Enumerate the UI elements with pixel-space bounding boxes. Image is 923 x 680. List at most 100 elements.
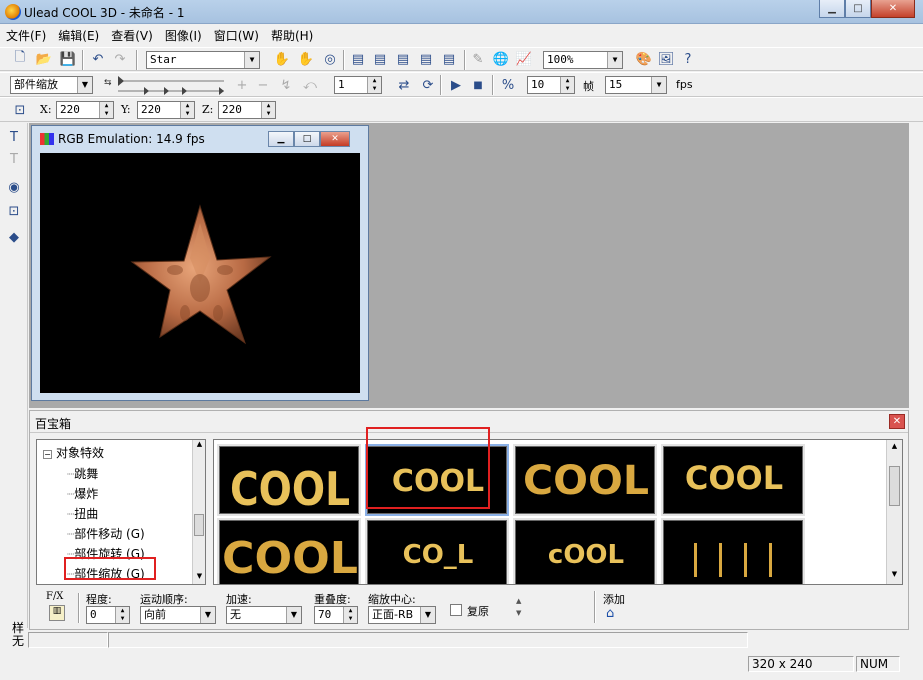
position-icon[interactable]: ⊡ <box>10 100 30 120</box>
restore-checkbox[interactable] <box>450 604 462 616</box>
layer-down-icon[interactable]: ▤ <box>416 49 436 69</box>
gallery-scrollbar[interactable]: ▲ ▼ <box>886 440 902 584</box>
chevron-down-icon[interactable]: ▼ <box>420 607 435 623</box>
add-keyframe-icon[interactable]: + <box>232 75 252 95</box>
chevron-down-icon[interactable]: ▼ <box>200 607 215 623</box>
spinner-icon[interactable]: ▲ ▼ <box>180 102 194 118</box>
gallery-thumbnail[interactable]: cOOL <box>513 518 657 584</box>
refresh-icon[interactable]: ⟳ <box>418 75 438 95</box>
scroll-up-icon[interactable]: ▲ <box>194 440 205 452</box>
accel-select[interactable]: 无 ▼ <box>226 606 302 624</box>
add-to-palette-icon[interactable]: ⌂ <box>606 606 622 622</box>
overlap-input[interactable]: 70 ▲ ▼ <box>314 606 358 624</box>
fps-select[interactable]: 15 ▼ <box>605 76 667 94</box>
menu-image[interactable]: 图像(I) <box>159 27 208 44</box>
new-file-icon[interactable]: 🗋 <box>10 49 30 69</box>
chevron-down-icon[interactable]: ▼ <box>651 77 666 93</box>
zoom-select[interactable]: 100% ▼ <box>543 51 623 69</box>
close-button[interactable]: ✕ <box>871 0 915 18</box>
fill-tool-icon[interactable]: ◆ <box>4 227 24 247</box>
hand-move-icon[interactable]: ✋ <box>272 49 292 69</box>
menu-window[interactable]: 窗口(W) <box>208 27 265 44</box>
spinner-icon[interactable]: ▲ ▼ <box>261 102 275 118</box>
layer-front-icon[interactable]: ▤ <box>348 49 368 69</box>
play-icon[interactable]: ▶ <box>446 75 466 95</box>
scroll-up-icon[interactable]: ▲ <box>889 442 900 454</box>
gallery-thumbnail[interactable] <box>661 518 805 584</box>
chevron-down-icon[interactable]: ▼ <box>244 52 259 68</box>
gallery-thumbnail[interactable]: COOL <box>661 444 805 516</box>
params-scroll-icon[interactable]: ▲ ▼ <box>516 595 521 619</box>
center-select[interactable]: 正面-RB ▼ <box>368 606 436 624</box>
open-folder-icon[interactable]: 📂 <box>34 49 54 69</box>
order-select[interactable]: 向前 ▼ <box>140 606 216 624</box>
chevron-down-icon[interactable]: ▼ <box>607 52 622 68</box>
tree-scrollbar[interactable]: ▲ ▼ <box>192 440 205 584</box>
remove-keyframe-icon[interactable]: − <box>253 75 273 95</box>
gallery-thumbnail[interactable]: COOL <box>513 444 657 516</box>
scroll-thumb[interactable] <box>194 514 204 536</box>
save-icon[interactable]: 💾 <box>58 49 78 69</box>
timeline-slider[interactable]: ⇆ <box>104 75 228 97</box>
spinner-icon[interactable]: ▲ ▼ <box>99 102 113 118</box>
paint-icon[interactable]: ✎ <box>468 49 488 69</box>
web-export-icon[interactable]: 🖼 <box>656 49 676 69</box>
menu-edit[interactable]: 编辑(E) <box>52 27 105 44</box>
spinner-icon[interactable]: ▲ ▼ <box>115 607 129 623</box>
layer-up-icon[interactable]: ▤ <box>393 49 413 69</box>
scroll-thumb[interactable] <box>889 466 900 506</box>
tree-item-part-move[interactable]: ┈部件移动 (G) <box>67 525 145 542</box>
preview-canvas[interactable] <box>40 153 360 393</box>
preview-minimize-button[interactable]: ▁ <box>268 131 294 147</box>
tree-root[interactable]: − 对象特效 <box>43 444 104 461</box>
menu-file[interactable]: 文件(F) <box>0 27 52 44</box>
tree-item-dance[interactable]: ┈跳舞 <box>67 465 98 482</box>
object-select[interactable]: Star ▼ <box>146 51 260 69</box>
fx-icon[interactable]: ▥ <box>49 605 65 621</box>
hand-rotate-icon[interactable]: ✋ <box>296 49 316 69</box>
layer-group-icon[interactable]: ▤ <box>439 49 459 69</box>
title-bar[interactable]: Ulead COOL 3D - 未命名 - 1 ▁ □ ✕ <box>0 0 923 24</box>
collapse-icon[interactable]: − <box>43 450 52 459</box>
text-tool-icon[interactable]: T <box>4 127 24 147</box>
z-input[interactable]: 220 ▲ ▼ <box>218 101 276 119</box>
chevron-down-icon[interactable]: ▼ <box>77 77 92 93</box>
spinner-icon[interactable]: ▲ ▼ <box>343 607 357 623</box>
gallery-thumbnail[interactable]: COOL <box>217 444 361 516</box>
menu-view[interactable]: 查看(V) <box>105 27 159 44</box>
x-input[interactable]: 220 ▲ ▼ <box>56 101 114 119</box>
frame-count-input[interactable]: 10 ▲ ▼ <box>527 76 575 94</box>
degree-input[interactable]: 0 ▲ ▼ <box>86 606 130 624</box>
layer-back-icon[interactable]: ▤ <box>370 49 390 69</box>
frame-input[interactable]: 1 ▲ ▼ <box>334 76 382 94</box>
effect-select[interactable]: 部件缩放 ▼ <box>10 76 93 94</box>
redo-icon[interactable]: ↷ <box>110 49 130 69</box>
preview-title-bar[interactable]: RGB Emulation: 14.9 fps ▁ □ ✕ <box>36 126 366 152</box>
chart-icon[interactable]: 📈 <box>514 49 534 69</box>
loop-icon[interactable]: ⇄ <box>394 75 414 95</box>
help-pointer-icon[interactable]: ? <box>678 49 698 69</box>
scroll-down-icon[interactable]: ▼ <box>889 570 900 582</box>
preview-close-button[interactable]: ✕ <box>320 131 350 147</box>
minimize-button[interactable]: ▁ <box>819 0 845 18</box>
gallery-thumbnail[interactable]: CO_L <box>365 518 509 584</box>
export-icon[interactable]: 🎨 <box>634 49 654 69</box>
speed-icon[interactable]: % <box>498 75 518 95</box>
scroll-down-icon[interactable]: ▼ <box>194 572 205 584</box>
chevron-down-icon[interactable]: ▼ <box>286 607 301 623</box>
tree-item-explode[interactable]: ┈爆炸 <box>67 485 98 502</box>
panel-close-button[interactable]: ✕ <box>889 414 905 429</box>
loop-keyframe-icon[interactable]: ⤺ <box>300 75 320 95</box>
fit-object-icon[interactable]: ◎ <box>320 49 340 69</box>
gallery-thumbnail[interactable]: COOL <box>217 518 361 584</box>
undo-icon[interactable]: ↶ <box>88 49 108 69</box>
reverse-keyframe-icon[interactable]: ↯ <box>276 75 296 95</box>
stop-icon[interactable]: ■ <box>468 75 488 95</box>
preview-maximize-button[interactable]: □ <box>294 131 320 147</box>
object-tool-icon[interactable]: ⊡ <box>4 201 24 221</box>
tree-item-twist[interactable]: ┈扭曲 <box>67 505 98 522</box>
shape-tool-icon[interactable]: ◉ <box>4 177 24 197</box>
star-object[interactable] <box>40 153 360 393</box>
edit-text-icon[interactable]: T <box>4 149 24 169</box>
maximize-button[interactable]: □ <box>845 0 871 18</box>
